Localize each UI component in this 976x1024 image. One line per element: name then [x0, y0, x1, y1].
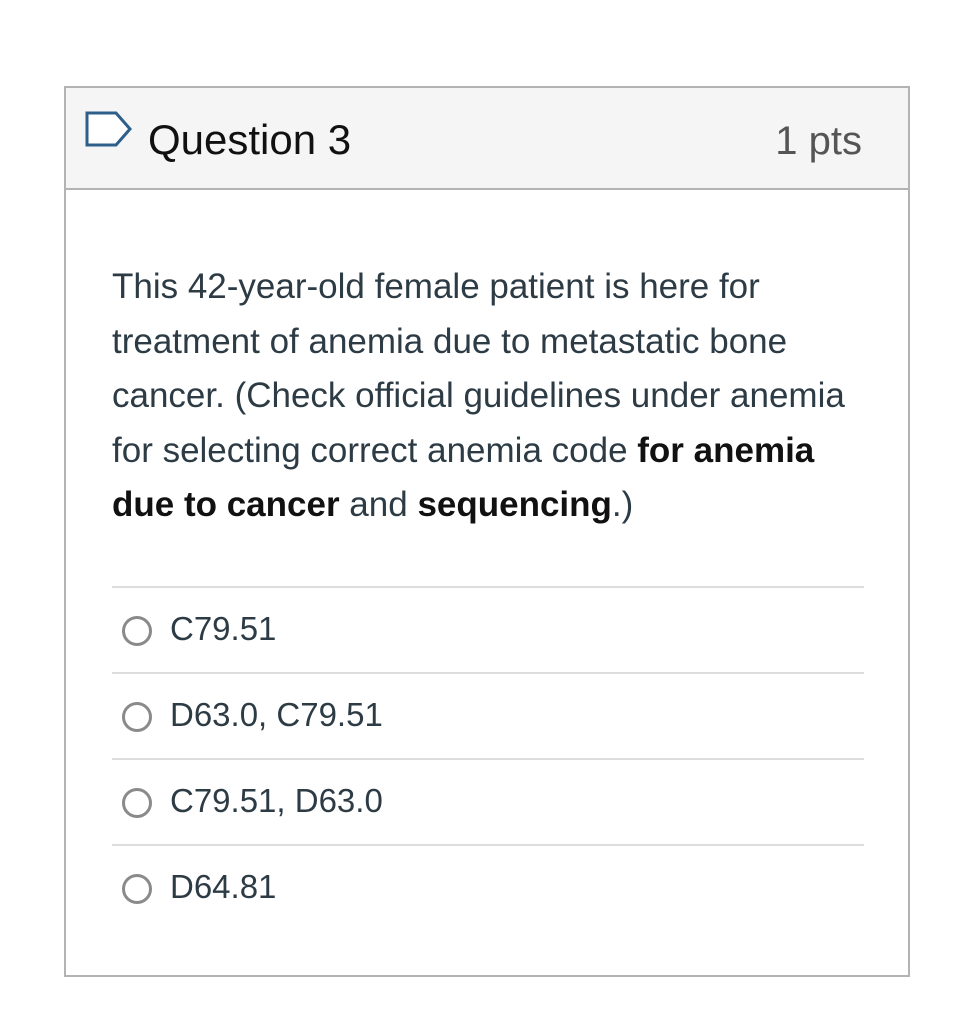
answer-label[interactable]: C79.51, D63.0 [170, 780, 383, 822]
question-card: Question 3 1 pts This 42-year-old female… [64, 86, 910, 977]
answer-label[interactable]: D63.0, C79.51 [170, 694, 383, 736]
answer-list: C79.51 D63.0, C79.51 C79.51, D63.0 D64.8… [112, 586, 864, 930]
answer-label[interactable]: C79.51 [170, 608, 276, 650]
answer-option[interactable]: C79.51, D63.0 [112, 758, 864, 844]
question-header: Question 3 1 pts [66, 88, 908, 190]
question-title: Question 3 [148, 116, 352, 163]
bookmark-flag-icon[interactable] [84, 110, 134, 152]
answer-option[interactable]: C79.51 [112, 586, 864, 672]
answer-option[interactable]: D63.0, C79.51 [112, 672, 864, 758]
radio-button[interactable] [122, 788, 152, 818]
radio-button[interactable] [122, 616, 152, 646]
radio-button[interactable] [122, 874, 152, 904]
question-text-part-2: and [339, 485, 418, 524]
question-text: This 42-year-old female patient is here … [112, 260, 872, 533]
question-points: 1 pts [775, 119, 862, 163]
question-text-bold-2: sequencing [417, 485, 612, 524]
radio-button[interactable] [122, 702, 152, 732]
answer-label[interactable]: D64.81 [170, 866, 276, 908]
answer-option[interactable]: D64.81 [112, 844, 864, 930]
question-text-part-3: .) [611, 485, 634, 524]
